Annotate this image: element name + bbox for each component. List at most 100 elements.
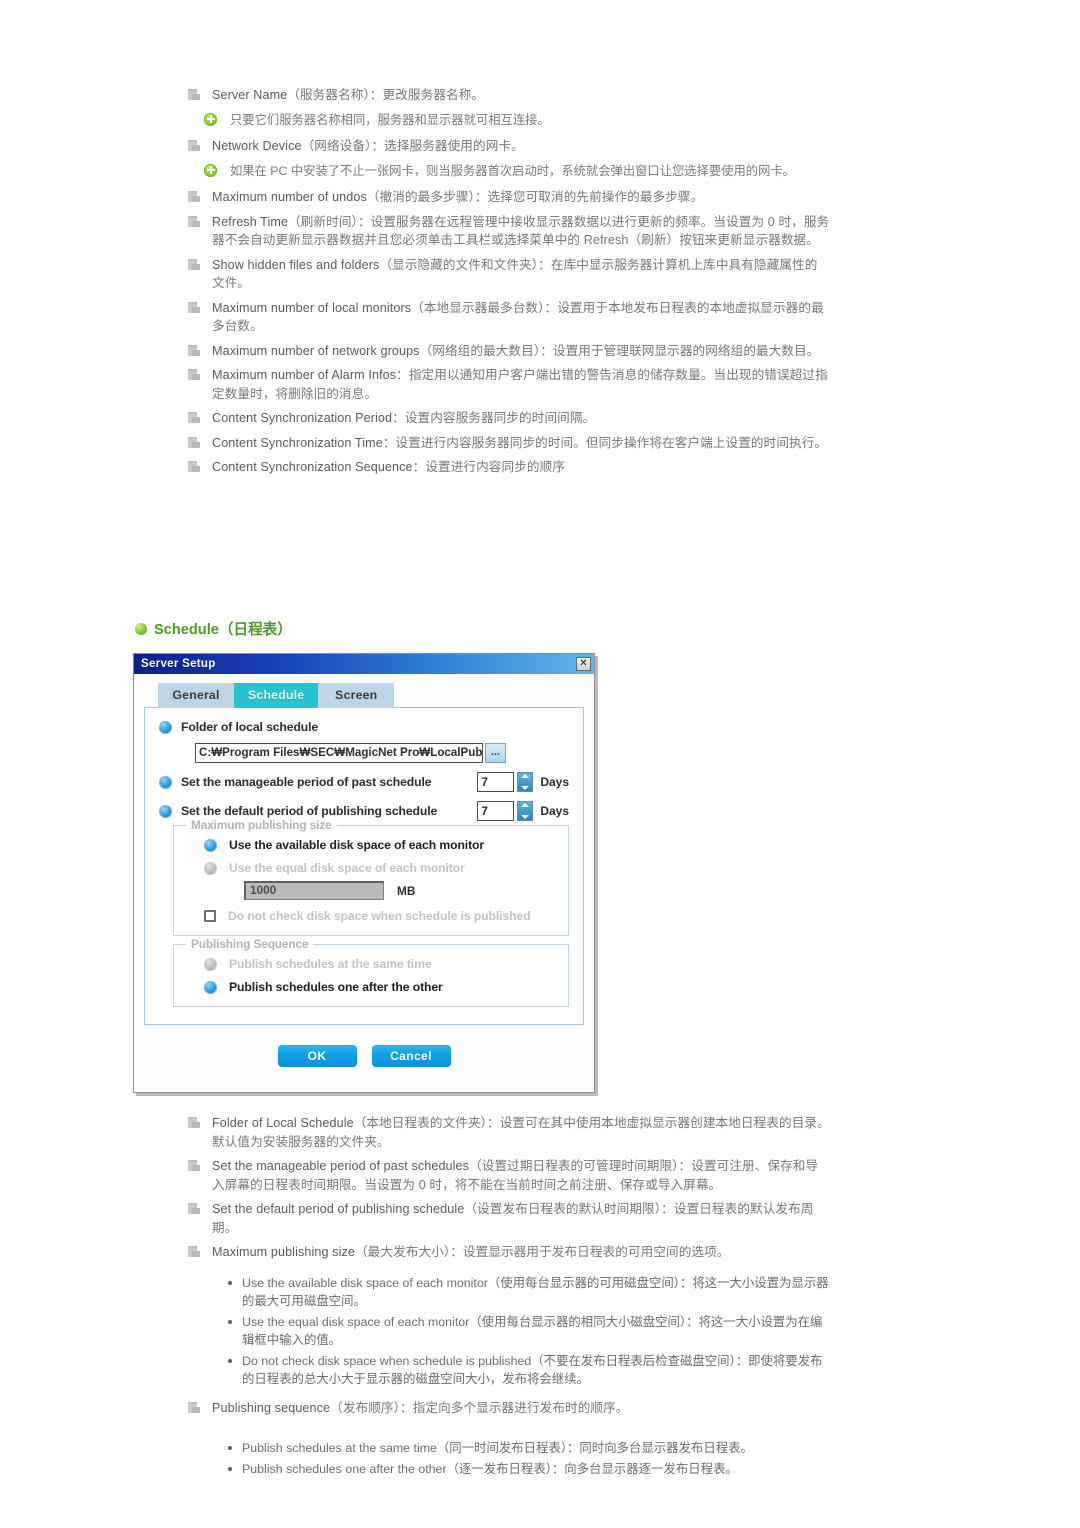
past-schedule-unit: Days [540,775,569,789]
equal-disk-size-input[interactable]: 1000 [244,881,384,900]
flag-bullet-icon [188,461,201,473]
flag-bullet-icon [188,344,201,357]
list-item: Refresh Time（刷新时间）：设置服务器在远程管理中接收显示器数据以进行… [180,213,830,250]
flag-bullet-icon [188,1401,201,1414]
past-schedule-row[interactable]: Set the manageable period of past schedu… [159,772,569,792]
list-item-title: Set the default period of publishing sch… [212,1202,465,1216]
tab-screen[interactable]: Screen [318,683,395,708]
list-item: Publish schedules at the same time（同一时间发… [224,1439,830,1458]
past-schedule-input[interactable]: 7 [477,772,515,792]
radio-past-schedule[interactable] [159,775,172,789]
top-settings-list: Server Name（服务器名称）：更改服务器名称。 只要它们服务器名称相同，… [180,86,830,483]
past-schedule-stepper[interactable] [517,772,534,792]
chevron-up-icon[interactable] [521,803,530,807]
do-not-check-disk-row[interactable]: Do not check disk space when schedule is… [184,909,558,923]
chevron-down-icon[interactable] [521,786,530,790]
list-item: Server Name（服务器名称）：更改服务器名称。 [180,86,830,105]
sub-note-text: 如果在 PC 中安装了不止一张网卡，则当服务器首次启动时，系统就会弹出窗口让您选… [230,163,795,178]
green-plus-icon [204,163,217,177]
list-item: Content Synchronization Time：设置进行内容服务器同步… [180,434,830,453]
tab-schedule[interactable]: Schedule [234,683,319,708]
publish-same-time-label: Publish schedules at the same time [229,957,432,971]
list-item-title: Content Synchronization Time [212,435,383,450]
list-item: Content Synchronization Period：设置内容服务器同步… [180,409,830,428]
list-item: Show hidden files and folders（显示隐藏的文件和文件… [180,256,830,293]
section-heading: Schedule（日程表） [135,618,292,639]
flag-bullet-icon [188,1160,201,1172]
tab-general[interactable]: General [158,683,234,708]
use-equal-disk-label: Use the equal disk space of each monitor [229,861,465,875]
list-item-desc: （撤消的最多步骤）：选择您可取消的先前操作的最多步骤。 [366,190,704,204]
checkbox-do-not-check-disk[interactable] [204,910,216,922]
use-available-disk-row[interactable]: Use the available disk space of each mon… [184,838,558,852]
past-schedule-label: Set the manageable period of past schedu… [181,775,432,789]
folder-path-input[interactable]: C:₩Program Files₩SEC₩MagicNet Pro₩LocalP… [195,743,483,763]
list-item: Use the equal disk space of each monitor… [224,1313,830,1350]
list-item: Maximum number of Alarm Infos：指定用以通知用户客户… [180,366,830,403]
list-item-desc: ：设置进行内容同步的顺序 [412,460,565,474]
default-period-label: Set the default period of publishing sch… [181,804,438,818]
maximum-publishing-size-legend: Maximum publishing size [186,818,337,832]
radio-default-period[interactable] [159,804,172,818]
flag-bullet-icon [188,1117,201,1129]
publish-same-time-row[interactable]: Publish schedules at the same time [184,957,558,971]
radio-use-available-disk[interactable] [204,838,217,852]
ok-button[interactable]: OK [277,1045,357,1067]
radio-publish-one-after[interactable] [204,980,217,994]
list-item-title: Server Name [212,88,288,102]
browse-button[interactable]: ... [485,743,506,763]
list-item-desc: （最大发布大小）：设置显示器用于发布日程表的可用空间的选项。 [354,1245,730,1259]
list-item-title: Maximum number of network groups [212,343,420,358]
use-equal-disk-row[interactable]: Use the equal disk space of each monitor [184,861,558,875]
radio-folder-local-schedule[interactable] [159,720,172,734]
list-item: Network Device（网络设备）：选择服务器使用的网卡。 [180,137,830,156]
list-item-desc: ：设置进行内容服务器同步的时间。但同步操作将在客户端上设置的时间执行。 [382,435,828,450]
default-period-stepper[interactable] [517,801,534,821]
list-item-title: Set the manageable period of past schedu… [212,1159,470,1173]
equal-disk-size-row: 1000 MB [244,881,558,900]
default-period-unit: Days [540,804,569,818]
green-sphere-icon [135,623,147,635]
list-item-desc: （网络组的最大数目）：设置用于管理联网显示器的网络组的最大数目。 [419,343,820,358]
publishing-sequence-legend: Publishing Sequence [186,937,314,951]
folder-of-local-schedule-row[interactable]: Folder of local schedule [159,720,569,734]
flag-bullet-icon [188,369,201,381]
sub-note: 只要它们服务器名称相同，服务器和显示器就可相互连接。 [202,111,830,130]
close-icon[interactable]: ✕ [576,657,591,671]
list-item-title: Use the available disk space of each mon… [242,1275,488,1290]
list-item: Set the manageable period of past schedu… [180,1157,830,1194]
flag-bullet-icon [188,215,201,228]
flag-bullet-icon [188,258,201,271]
chevron-down-icon[interactable] [521,815,530,819]
section-heading-en: Schedule [154,622,219,638]
equal-disk-size-unit: MB [397,883,416,898]
dialog-button-row: OK Cancel [144,1045,584,1067]
bottom-settings-list: Folder of Local Schedule（本地日程表的文件夹）：设置可在… [180,1114,830,1488]
radio-publish-same-time[interactable] [204,957,217,971]
flag-bullet-icon [188,1246,201,1258]
schedule-tab-panel: Folder of local schedule C:₩Program File… [144,707,584,1025]
list-item-title: Use the equal disk space of each monitor [242,1314,470,1329]
maximum-publishing-size-group: Maximum publishing size Use the availabl… [173,818,569,936]
list-item-title: Publish schedules one after the other [242,1461,447,1476]
chevron-up-icon[interactable] [521,774,530,778]
default-period-input[interactable]: 7 [477,801,515,821]
dialog-titlebar: Server Setup ✕ [134,654,594,674]
publish-one-after-row[interactable]: Publish schedules one after the other [184,980,558,994]
list-item: Do not check disk space when schedule is… [224,1352,830,1389]
flag-bullet-icon [188,436,201,449]
radio-use-equal-disk[interactable] [204,861,217,875]
list-item-title: Network Device [212,139,302,153]
cancel-button[interactable]: Cancel [371,1045,451,1067]
list-item: Set the default period of publishing sch… [180,1200,830,1237]
list-item-desc: （服务器名称）：更改服务器名称。 [287,88,485,102]
list-item: Publish schedules one after the other（逐一… [224,1460,830,1479]
list-item-title: Do not check disk space when schedule is… [242,1353,532,1368]
folder-path-row: C:₩Program Files₩SEC₩MagicNet Pro₩LocalP… [195,743,569,763]
flag-bullet-icon [188,301,201,314]
list-item-title: Publish schedules at the same time [242,1441,437,1455]
list-item: Publishing sequence（发布顺序）：指定向多个显示器进行发布时的… [180,1399,830,1418]
list-item-title: Maximum number of local monitors [212,300,412,315]
dialog-title: Server Setup [141,658,216,670]
list-item: Maximum publishing size（最大发布大小）：设置显示器用于发… [180,1243,830,1262]
